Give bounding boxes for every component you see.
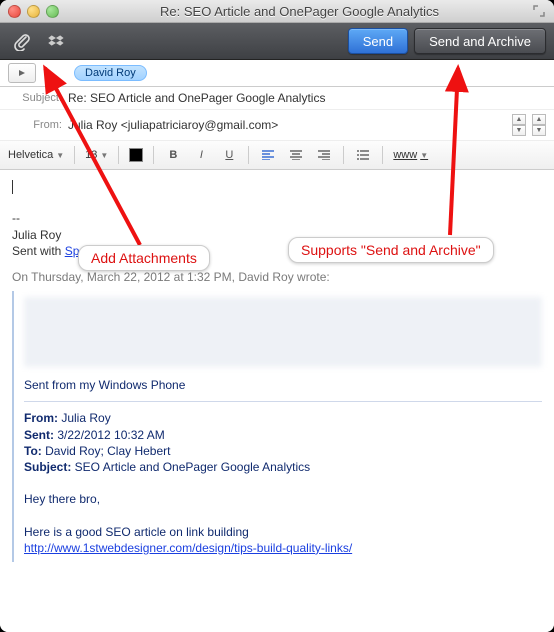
underline-button[interactable]: U: [220, 146, 238, 164]
seo-article-link[interactable]: http://www.1stwebdesigner.com/design/tip…: [24, 541, 352, 555]
minimize-window-button[interactable]: [27, 5, 40, 18]
italic-button[interactable]: I: [192, 146, 210, 164]
text-cursor: [12, 180, 13, 194]
toolbar: Send Send and Archive: [0, 23, 554, 60]
window-title: Re: SEO Article and OnePager Google Anal…: [67, 4, 532, 19]
email-compose-window: Re: SEO Article and OnePager Google Anal…: [0, 0, 554, 632]
callout-attachments: Add Attachments: [78, 245, 210, 271]
traffic-lights: [8, 5, 59, 18]
chevron-down-icon: ▼: [56, 151, 64, 160]
chevron-down-icon: ▼: [420, 151, 428, 160]
from-value: Julia Roy <juliapatriciaroy@gmail.com>: [68, 118, 506, 132]
close-window-button[interactable]: [8, 5, 21, 18]
font-size-select[interactable]: 13▼: [85, 149, 108, 161]
from-row: From: Julia Roy <juliapatriciaroy@gmail.…: [0, 110, 554, 141]
chevron-down-icon: ▼: [100, 151, 108, 160]
list-button[interactable]: [354, 146, 372, 164]
callout-send-archive: Supports "Send and Archive": [288, 237, 494, 263]
font-family-select[interactable]: Helvetica▼: [8, 149, 64, 161]
signature-stepper[interactable]: ▲▼: [532, 114, 546, 136]
text-color-button[interactable]: [129, 148, 143, 162]
dropbox-button[interactable]: [42, 29, 70, 53]
bold-button[interactable]: B: [164, 146, 182, 164]
format-bar: Helvetica▼ 13▼ B I U www▼: [0, 141, 554, 170]
subject-input[interactable]: Re: SEO Article and OnePager Google Anal…: [68, 91, 546, 105]
from-account-stepper[interactable]: ▲▼: [512, 114, 526, 136]
zoom-window-button[interactable]: [46, 5, 59, 18]
align-center-button[interactable]: [287, 146, 305, 164]
quote-intro: On Thursday, March 22, 2012 at 1:32 PM, …: [12, 269, 542, 285]
titlebar: Re: SEO Article and OnePager Google Anal…: [0, 0, 554, 23]
quoted-message: Sent from my Windows Phone From: Julia R…: [12, 291, 542, 562]
send-button[interactable]: Send: [348, 28, 408, 54]
subject-label: Subject:: [8, 92, 62, 104]
link-button[interactable]: www▼: [393, 149, 428, 161]
send-and-archive-button[interactable]: Send and Archive: [414, 28, 546, 54]
attach-button[interactable]: [8, 29, 36, 53]
subject-row: Subject: Re: SEO Article and OnePager Go…: [0, 87, 554, 110]
to-field-row[interactable]: David Roy: [0, 60, 554, 87]
redacted-text: [24, 297, 542, 367]
from-label: From:: [8, 119, 62, 131]
recipient-token[interactable]: David Roy: [74, 65, 147, 81]
expand-recipients-button[interactable]: [8, 63, 36, 83]
expand-icon[interactable]: [532, 4, 546, 18]
align-left-button[interactable]: [259, 146, 277, 164]
align-right-button[interactable]: [315, 146, 333, 164]
